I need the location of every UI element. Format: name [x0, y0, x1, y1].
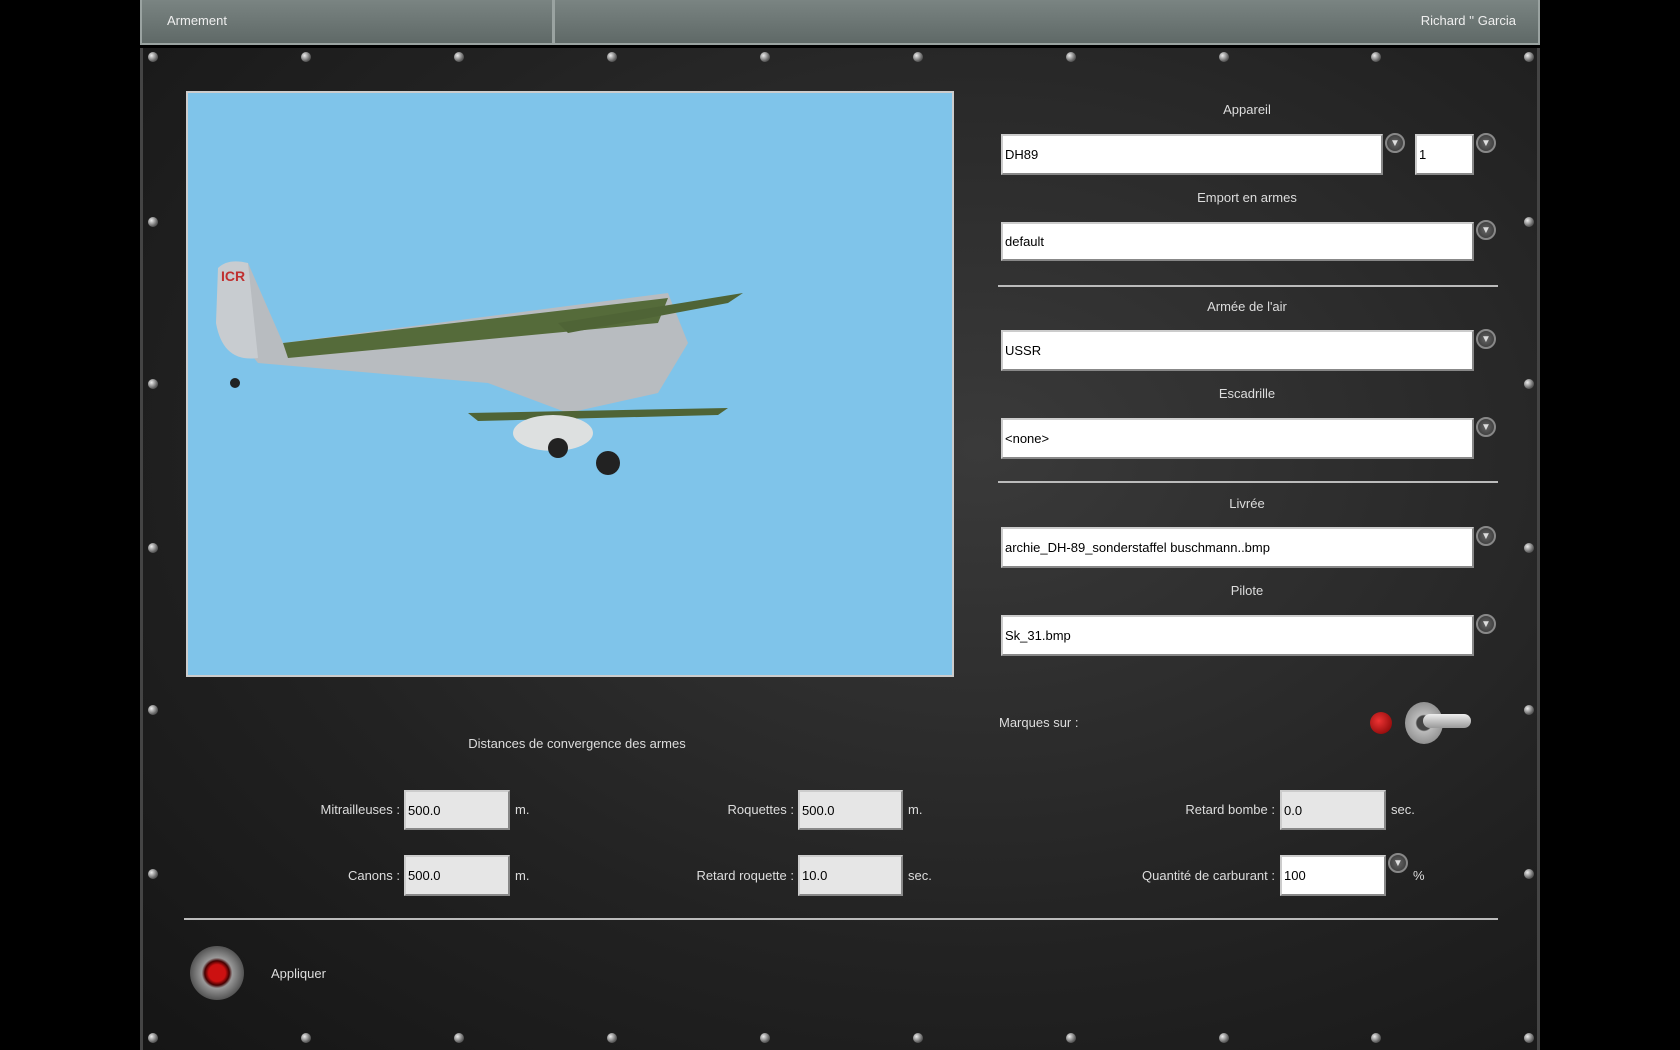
screw-icon [607, 1033, 617, 1043]
title-divider [552, 0, 555, 43]
screw-icon [1524, 52, 1534, 62]
rockets-unit: m. [908, 802, 923, 817]
markings-toggle-switch[interactable] [1405, 702, 1475, 744]
screw-icon [1524, 217, 1534, 227]
rockets-label: Roquettes : [727, 802, 795, 817]
squadron-dropdown-icon[interactable]: ▼ [1476, 417, 1496, 437]
airforce-dropdown-icon[interactable]: ▼ [1476, 329, 1496, 349]
markings-label: Marques sur : [999, 715, 1079, 730]
screw-icon [1524, 379, 1534, 389]
fuel-label: Quantité de carburant : [1142, 868, 1275, 883]
screw-icon [148, 543, 158, 553]
fuel-select[interactable]: 100 [1280, 855, 1386, 896]
cannon-label: Canons : [347, 868, 400, 883]
title-bar: Armement Richard '' Garcia [140, 0, 1540, 45]
screw-icon [607, 52, 617, 62]
cannon-convergence-input[interactable]: 500.0 [404, 855, 510, 896]
screw-icon [148, 217, 158, 227]
aircraft-label: Appareil [1223, 102, 1271, 117]
loadout-label: Emport en armes [1197, 190, 1297, 205]
bomb-delay-unit: sec. [1391, 802, 1415, 817]
screw-icon [913, 52, 923, 62]
skin-label: Livrée [1229, 496, 1265, 511]
user-name: Richard '' Garcia [1420, 13, 1516, 28]
apply-label[interactable]: Appliquer [271, 966, 326, 981]
pilot-select[interactable]: Sk_31.bmp [1001, 615, 1474, 656]
screw-icon [1524, 869, 1534, 879]
airforce-label: Armée de l'air [1207, 299, 1287, 314]
screw-icon [1371, 1033, 1381, 1043]
screw-icon [148, 1033, 158, 1043]
screw-icon [301, 1033, 311, 1043]
divider [998, 285, 1498, 287]
count-dropdown-icon[interactable]: ▼ [1476, 133, 1496, 153]
screw-icon [1524, 543, 1534, 553]
divider [184, 918, 1498, 920]
fuel-dropdown-icon[interactable]: ▼ [1388, 853, 1408, 873]
mg-convergence-input[interactable]: 500.0 [404, 790, 510, 830]
rocket-delay-label: Retard roquette : [696, 868, 794, 883]
mg-unit: m. [515, 802, 530, 817]
screw-icon [454, 52, 464, 62]
convergence-title: Distances de convergence des armes [468, 736, 686, 751]
skin-dropdown-icon[interactable]: ▼ [1476, 526, 1496, 546]
skin-select[interactable]: archie_DH-89_sonderstaffel buschmann..bm… [1001, 527, 1474, 568]
rockets-convergence-input[interactable]: 500.0 [798, 790, 903, 830]
rocket-delay-input[interactable]: 10.0 [798, 855, 903, 896]
screw-icon [1371, 52, 1381, 62]
screw-icon [1524, 1033, 1534, 1043]
screw-icon [913, 1033, 923, 1043]
page-title: Armement [167, 13, 227, 28]
screw-icon [1066, 1033, 1076, 1043]
aircraft-dropdown-icon[interactable]: ▼ [1385, 133, 1405, 153]
loadout-select[interactable]: default [1001, 222, 1474, 261]
aircraft-image: ICR [216, 261, 743, 475]
apply-button[interactable] [190, 946, 244, 1000]
screw-icon [760, 52, 770, 62]
screw-icon [1219, 52, 1229, 62]
screw-icon [148, 52, 158, 62]
bomb-delay-input[interactable]: 0.0 [1280, 790, 1386, 830]
aircraft-preview: ICR [186, 91, 954, 677]
bomb-delay-label: Retard bombe : [1185, 802, 1275, 817]
pilot-label: Pilote [1230, 583, 1264, 598]
screw-icon [454, 1033, 464, 1043]
loadout-dropdown-icon[interactable]: ▼ [1476, 220, 1496, 240]
screw-icon [148, 379, 158, 389]
markings-led-icon [1370, 712, 1392, 734]
screw-icon [1219, 1033, 1229, 1043]
screw-icon [301, 52, 311, 62]
mg-label: Mitrailleuses : [320, 802, 400, 817]
airforce-select[interactable]: USSR [1001, 330, 1474, 371]
svg-text:ICR: ICR [221, 268, 245, 284]
aircraft-select[interactable]: DH89 [1001, 134, 1383, 175]
fuel-unit: % [1413, 868, 1425, 883]
screw-icon [1524, 705, 1534, 715]
screw-icon [760, 1033, 770, 1043]
screw-icon [148, 705, 158, 715]
rocket-delay-unit: sec. [908, 868, 932, 883]
squadron-label: Escadrille [1218, 386, 1276, 401]
screw-icon [148, 869, 158, 879]
pilot-dropdown-icon[interactable]: ▼ [1476, 614, 1496, 634]
squadron-select[interactable]: <none> [1001, 418, 1474, 459]
aircraft-count-select[interactable]: 1 [1415, 134, 1474, 175]
divider [998, 481, 1498, 483]
cannon-unit: m. [515, 868, 530, 883]
screw-icon [1066, 52, 1076, 62]
